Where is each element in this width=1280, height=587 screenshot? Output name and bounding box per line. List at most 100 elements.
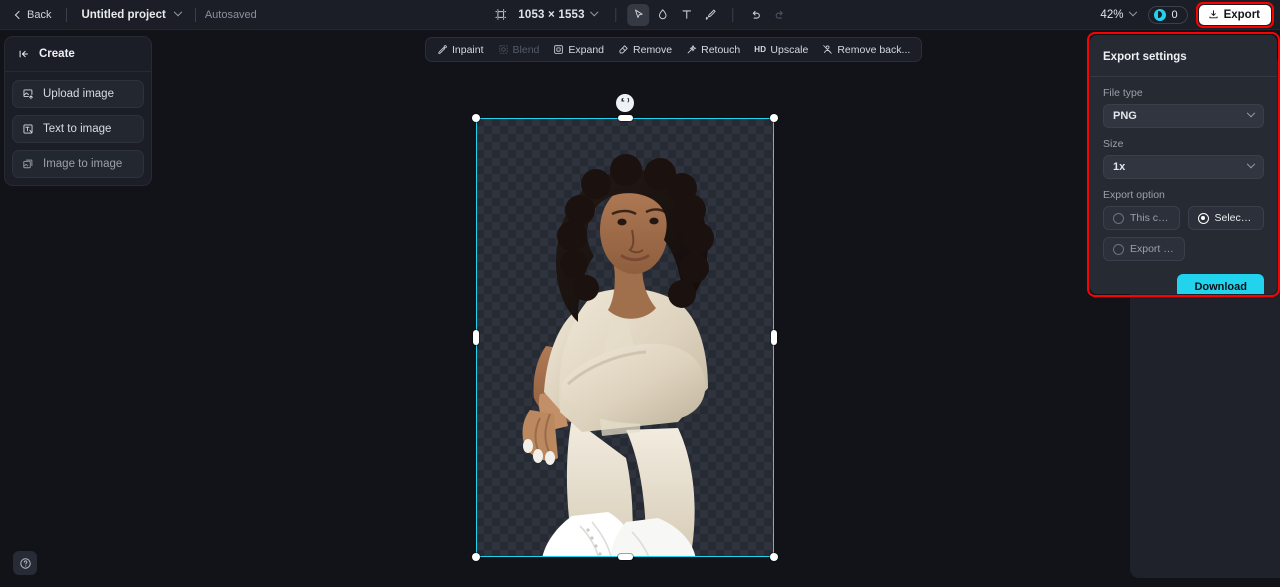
export-settings-header: Export settings — [1090, 35, 1277, 77]
resize-handle-top-left[interactable] — [472, 114, 480, 122]
canvas-dimensions-dropdown[interactable]: 1053 × 1553 — [513, 6, 602, 24]
export-label: Export — [1223, 8, 1260, 21]
chevron-left-icon — [14, 10, 24, 19]
image-to-image-label: Image to image — [43, 158, 123, 170]
expand-icon — [554, 45, 564, 54]
text-to-image-icon — [23, 124, 33, 134]
retouch-button[interactable]: Retouch — [680, 40, 746, 60]
rotate-icon — [621, 98, 630, 103]
back-button[interactable]: Back — [10, 6, 57, 24]
zoom-dropdown[interactable]: 42% — [1096, 6, 1140, 24]
chevron-down-icon — [1129, 7, 1138, 16]
retouch-label: Retouch — [701, 43, 741, 56]
resize-handle-bottom-right[interactable] — [770, 553, 778, 561]
brush-icon[interactable] — [700, 4, 722, 26]
expand-label: Expand — [568, 43, 605, 56]
remove-label: Remove — [633, 43, 673, 56]
chevron-down-icon — [173, 7, 183, 16]
export-option-label: Export option — [1103, 189, 1165, 201]
export-option-row-1: This canvas Selected l... — [1103, 206, 1264, 230]
export-option-export-all[interactable]: Export all ... — [1103, 237, 1185, 261]
image-to-image-button[interactable]: Image to image — [12, 150, 144, 178]
back-label: Back — [27, 8, 52, 21]
create-panel-list: Upload image Text to image Image to imag… — [5, 72, 151, 178]
resize-handle-top[interactable] — [617, 115, 633, 121]
file-type-label: File type — [1103, 87, 1143, 99]
text-to-image-label: Text to image — [43, 123, 112, 135]
blend-button[interactable]: Blend — [492, 40, 546, 60]
canvas-dimensions: 1053 × 1553 — [518, 8, 585, 21]
create-panel-title: Create — [39, 48, 75, 60]
upload-image-button[interactable]: Upload image — [12, 80, 144, 108]
inpaint-icon — [438, 45, 447, 54]
blend-label: Blend — [512, 43, 540, 56]
divider — [194, 7, 196, 22]
frame-icon[interactable] — [489, 4, 511, 26]
radio-icon — [1113, 212, 1124, 224]
export-settings-highlight: Export settings File type PNG Size 1x Ex… — [1087, 32, 1280, 297]
size-select[interactable]: 1x — [1103, 155, 1264, 179]
export-settings-panel: Export settings File type PNG Size 1x Ex… — [1090, 35, 1277, 294]
help-icon — [19, 557, 31, 569]
resize-handle-left[interactable] — [473, 330, 479, 345]
autosaved-status: Autosaved — [204, 8, 257, 21]
divider — [615, 7, 617, 22]
remove-background-icon — [823, 45, 833, 54]
credits-count: 0 — [1171, 8, 1178, 21]
export-option-export-all-label: Export all ... — [1130, 243, 1175, 255]
export-option-row-2: Export all ... — [1103, 237, 1264, 261]
help-button[interactable] — [13, 551, 37, 575]
download-button[interactable]: Download — [1177, 274, 1264, 294]
create-panel-header[interactable]: Create — [5, 37, 151, 72]
select-icon[interactable] — [627, 3, 650, 26]
resize-handle-top-right[interactable] — [770, 114, 778, 122]
image-to-image-icon — [23, 159, 33, 169]
upscale-button[interactable]: HD Upscale — [748, 40, 814, 60]
eraser-icon[interactable] — [652, 4, 674, 26]
zoom-level: 42% — [1100, 8, 1124, 21]
credit-coin-icon — [1154, 8, 1167, 21]
chevron-down-icon — [1246, 108, 1256, 118]
inpaint-label: Inpaint — [452, 43, 484, 56]
upload-image-icon — [23, 89, 33, 100]
file-type-value: PNG — [1113, 110, 1137, 122]
resize-handle-right[interactable] — [771, 330, 777, 345]
create-panel: Create Upload image Text to image Image … — [4, 36, 152, 186]
remove-background-button[interactable]: Remove back... — [816, 40, 916, 60]
hd-badge: HD — [754, 45, 767, 54]
inpaint-button[interactable]: Inpaint — [431, 40, 490, 60]
text-icon[interactable] — [676, 4, 698, 26]
selected-layer[interactable] — [472, 94, 778, 561]
credits-badge[interactable]: 0 — [1148, 5, 1188, 24]
project-name-dropdown[interactable]: Untitled project — [76, 6, 185, 24]
size-value: 1x — [1113, 161, 1126, 173]
remove-icon — [619, 45, 628, 54]
download-row: Download — [1103, 274, 1264, 294]
export-option-selected-layer[interactable]: Selected l... — [1187, 206, 1264, 230]
upscale-label: Upscale — [770, 43, 809, 56]
project-name: Untitled project — [81, 8, 166, 21]
expand-button[interactable]: Expand — [547, 40, 610, 60]
resize-handle-bottom-left[interactable] — [472, 553, 480, 561]
chevron-down-icon — [590, 7, 599, 16]
resize-handle-bottom[interactable] — [617, 554, 633, 560]
export-option-selected-layer-label: Selected l... — [1214, 212, 1255, 224]
redo-icon[interactable] — [769, 4, 791, 26]
text-to-image-button[interactable]: Text to image — [12, 115, 144, 143]
top-bar-tools: 1053 × 1553 — [489, 0, 790, 29]
undo-icon[interactable] — [745, 4, 767, 26]
remove-button[interactable]: Remove — [612, 40, 678, 60]
rotate-handle[interactable] — [616, 94, 634, 112]
export-option-this-canvas-label: This canvas — [1130, 212, 1170, 224]
remove-background-label: Remove back... — [837, 43, 911, 56]
size-label: Size — [1103, 138, 1124, 150]
selection-frame — [476, 118, 774, 557]
export-button[interactable]: Export — [1198, 4, 1271, 25]
upload-image-label: Upload image — [43, 88, 114, 100]
export-option-this-canvas[interactable]: This canvas — [1103, 206, 1180, 230]
blend-icon — [498, 45, 508, 54]
export-settings-title: Export settings — [1103, 51, 1187, 63]
image-editor-app: Back Untitled project Autosaved 1053 × 1… — [0, 0, 1280, 587]
download-icon — [1209, 10, 1218, 19]
file-type-select[interactable]: PNG — [1103, 104, 1264, 128]
